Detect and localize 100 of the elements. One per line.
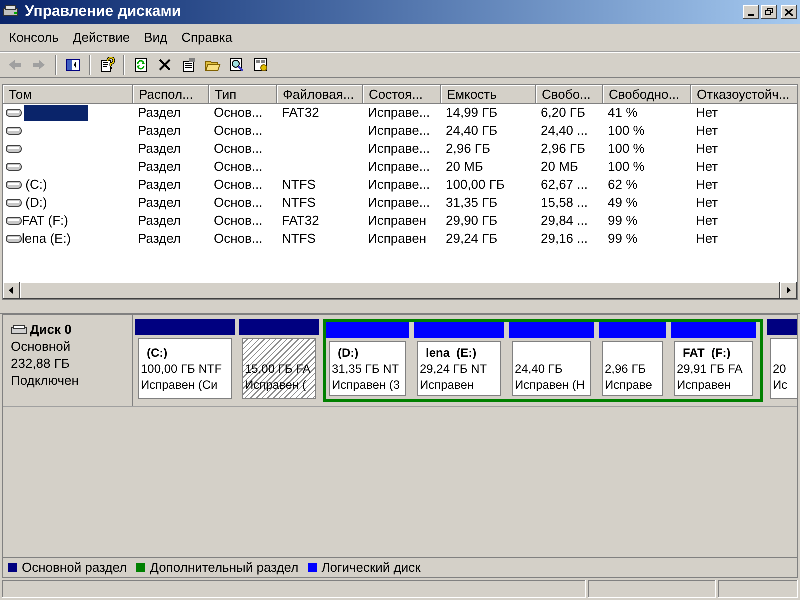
table-cell-text: Основ... [214, 140, 263, 158]
partition-block[interactable]: (D:) 31,35 ГБ NT Исправен (3 [326, 322, 409, 399]
close-icon [785, 8, 793, 16]
table-cell-text: 24,40 ... [541, 122, 588, 140]
partition-status: Исправен (3 [332, 376, 402, 392]
partition-header-bar [767, 319, 797, 335]
restore-button[interactable] [761, 5, 777, 19]
restore-icon [764, 8, 774, 16]
partition-block[interactable]: (C:) 100,00 ГБ NTF Исправен (Си [135, 319, 235, 402]
table-cell-text: 29,90 ГБ [446, 212, 498, 230]
table-cell-text: Исправе... [368, 194, 430, 212]
table-cell-text: FAT32 [282, 212, 320, 230]
partition-size: 24,40 ГБ [515, 360, 564, 376]
partition-block[interactable]: FAT (F:) 29,91 ГБ FA Исправен [671, 322, 756, 399]
partition-status: Исправен [420, 376, 476, 392]
table-cell-text: Основ... [214, 212, 263, 230]
partition-label: lena (E:) [425, 344, 478, 360]
menu-item[interactable]: Консоль [2, 26, 66, 50]
table-cell-text: Исправен [368, 212, 427, 230]
column-header[interactable]: Свободно... [603, 85, 691, 104]
table-cell-text: 14,99 ГБ [446, 104, 498, 122]
table-cell-text: Нет [696, 194, 718, 212]
table-cell-text: Основ... [214, 194, 263, 212]
table-cell-text: 100 % [608, 140, 645, 158]
table-cell-text: Раздел [138, 122, 181, 140]
table-cell-text: 20 МБ [541, 158, 578, 176]
column-header[interactable]: Тип [209, 85, 277, 104]
table-cell-text: 20 МБ [446, 158, 484, 176]
window-title: Управление дисками [25, 2, 182, 22]
table-cell-text: Нет [696, 140, 718, 158]
table-cell-text: 2,96 ГБ [541, 140, 586, 158]
partition-block[interactable]: 24,40 ГБ Исправен (Н [509, 322, 594, 399]
legend-label: Логический диск [322, 558, 421, 577]
close-button[interactable] [781, 5, 797, 19]
partition-label: FAT (F:) [682, 344, 732, 360]
table-cell-text: Нет [696, 230, 718, 248]
table-cell-text: Раздел [138, 230, 181, 248]
column-header[interactable]: Емкость [441, 85, 536, 104]
table-cell-text: Исправе... [368, 140, 430, 158]
disk-type: Основной [11, 338, 72, 355]
table-cell-text: (D:) [24, 194, 48, 212]
table-cell-text: Раздел [138, 158, 181, 176]
table-cell-text: 41 % [608, 104, 638, 122]
partition-header-bar [599, 322, 666, 338]
partition-label: (D:) [337, 344, 360, 360]
partition-status: Исправен (Н [515, 376, 586, 392]
volume-icon [6, 163, 22, 171]
table-cell-text: Основ... [214, 122, 263, 140]
partition-block[interactable]: 2,96 ГБ Исправе [599, 322, 666, 399]
extended-partition-group[interactable]: (D:) 31,35 ГБ NT Исправен (3 lena (E:) 29,24 ГБ NT Исправен 24,40 ГБ Исправен (Н 2,96 ГБ Исправе FAT (F:) 29,91 ГБ FA Исправен [323, 319, 763, 402]
menu-item[interactable]: Справка [174, 26, 240, 50]
table-cell-text: 15,58 ... [541, 194, 588, 212]
table-cell-text: Раздел [138, 212, 181, 230]
minimize-button[interactable] [743, 5, 759, 19]
table-cell-text: Нет [696, 104, 718, 122]
table-cell-text: FAT (F:) [22, 212, 68, 230]
table-cell-text: 49 % [608, 194, 638, 212]
table-cell-text: 29,84 ... [541, 212, 588, 230]
partition-block[interactable]: 15,00 ГБ FA Исправен ( [239, 319, 319, 402]
table-cell-text: Раздел [138, 104, 181, 122]
menu-item[interactable]: Вид [137, 26, 175, 50]
column-header[interactable]: Свобо... [536, 85, 603, 104]
partition-size: 20 [773, 360, 788, 376]
legend-label: Основной раздел [22, 558, 128, 577]
partition-status: Исправе [605, 376, 654, 392]
partition-status: Исправен ( [245, 376, 308, 392]
table-cell-text: 6,20 ГБ [541, 104, 586, 122]
table-cell-text: Основ... [214, 104, 263, 122]
partition-status: Исправен (Си [141, 376, 219, 392]
column-header[interactable]: Том [3, 85, 133, 104]
scroll-right-icon[interactable] [786, 287, 791, 294]
column-header[interactable]: Отказоустойч... [691, 85, 797, 104]
partition-size: 100,00 ГБ NTF [141, 360, 224, 376]
scroll-left-icon[interactable] [9, 287, 14, 294]
partition-label: (C:) [146, 344, 169, 360]
partition-size: 2,96 ГБ [605, 360, 648, 376]
table-cell-text: (C:) [24, 176, 48, 194]
table-cell-text: Нет [696, 176, 718, 194]
column-header[interactable]: Состоя... [363, 85, 441, 104]
table-cell-text: Раздел [138, 194, 181, 212]
minimize-icon [748, 14, 754, 16]
horizontal-scrollbar[interactable] [3, 282, 797, 299]
disk-state: Подключен [11, 372, 80, 389]
partition-block[interactable]: 20 Ис [767, 319, 797, 402]
table-cell-text: Раздел [138, 176, 181, 194]
partition-status: Исправен [677, 376, 732, 392]
partition-block[interactable]: lena (E:) 29,24 ГБ NT Исправен [414, 322, 504, 399]
table-cell-text: 2,96 ГБ [446, 140, 490, 158]
partition-size: 31,35 ГБ NT [332, 360, 400, 376]
table-cell-text: Нет [696, 122, 718, 140]
column-header[interactable]: Распол... [133, 85, 209, 104]
column-header[interactable]: Файловая... [277, 85, 363, 104]
table-cell-text: Исправе... [368, 104, 430, 122]
menu-item[interactable]: Действие [66, 26, 138, 50]
disk-size: 232,88 ГБ [11, 355, 71, 372]
table-cell-text: Нет [696, 158, 718, 176]
table-cell-text: NTFS [282, 230, 316, 248]
volume-icon [6, 145, 22, 153]
partition-size: 29,24 ГБ NT [420, 360, 488, 376]
table-cell-text: 31,35 ГБ [446, 194, 498, 212]
